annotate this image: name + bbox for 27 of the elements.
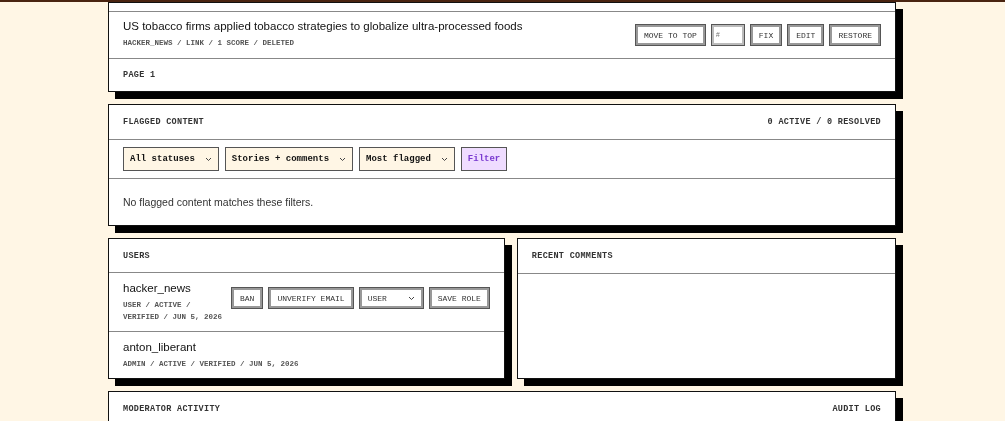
story-action-button[interactable]: EDIT: [787, 24, 825, 46]
story-action-button[interactable]: RESTORE: [829, 24, 881, 46]
panel-title: FLAGGED CONTENT: [123, 117, 204, 127]
audit-log-link[interactable]: AUDIT LOG: [832, 404, 881, 414]
move-to-top-button[interactable]: MOVE TO TOP: [634, 24, 706, 46]
ban-button[interactable]: BAN: [231, 287, 264, 310]
page-label: PAGE 1: [123, 70, 156, 80]
filter-dropdown[interactable]: All statuses: [123, 147, 219, 171]
chevron-down-icon: [440, 156, 448, 162]
chevron-down-icon: [339, 156, 347, 162]
save-role-button[interactable]: SAVE ROLE: [428, 287, 490, 310]
empty-message: No flagged content matches these filters.: [123, 196, 314, 208]
filter-dropdown[interactable]: Most flagged: [359, 147, 455, 171]
panel-title: USERS: [123, 250, 150, 261]
flag-summary: 0 ACTIVE / 0 RESOLVED: [767, 117, 881, 127]
unverify-email-button[interactable]: UNVERIFY EMAIL: [268, 287, 354, 310]
role-dropdown[interactable]: USER: [358, 287, 424, 310]
username[interactable]: hacker_news: [123, 282, 231, 295]
filter-button[interactable]: Filter: [460, 147, 508, 171]
chevron-down-icon: [204, 156, 212, 162]
story-action-button[interactable]: FIX: [749, 24, 783, 46]
chevron-down-icon: [407, 295, 415, 301]
panel-title: RECENT COMMENTS: [531, 251, 613, 261]
filter-dropdown[interactable]: Stories + comments: [224, 147, 354, 171]
panel-title: MODERATOR ACTIVITY: [123, 404, 221, 414]
username[interactable]: anton_liberant: [123, 340, 299, 353]
story-title[interactable]: US tobacco firms applied tobacco strategies to globalize ultra-processed foods: [123, 20, 523, 33]
